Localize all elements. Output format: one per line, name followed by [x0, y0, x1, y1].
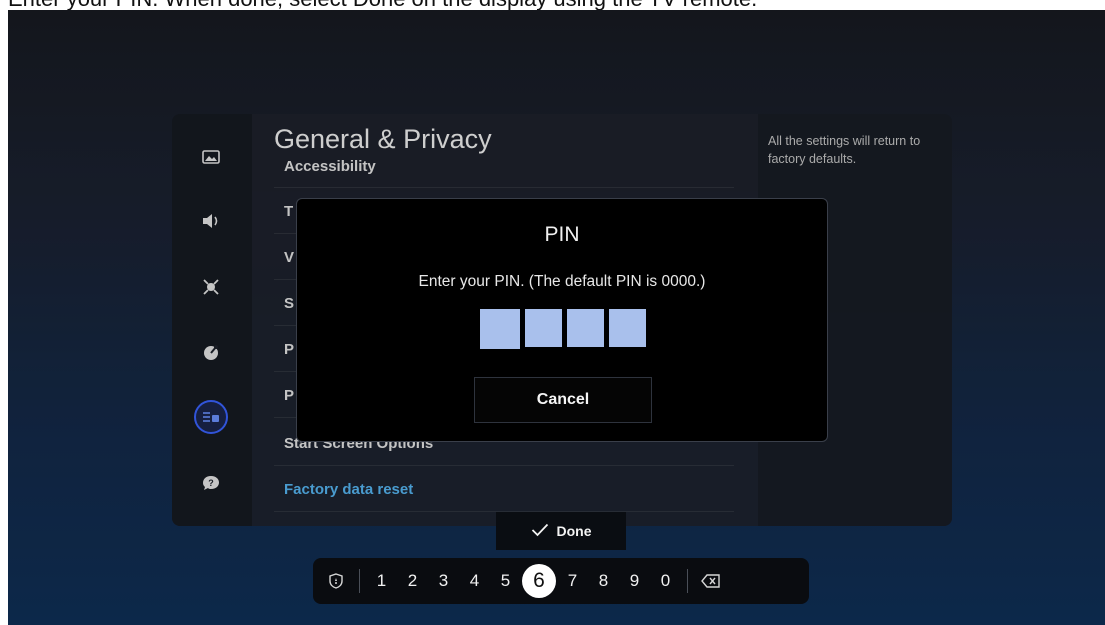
key-1[interactable]: 1 — [366, 565, 397, 597]
check-icon — [531, 523, 549, 540]
key-4[interactable]: 4 — [459, 565, 490, 597]
key-7[interactable]: 7 — [557, 565, 588, 597]
key-2[interactable]: 2 — [397, 565, 428, 597]
pin-input[interactable] — [480, 309, 650, 349]
pin-dialog: PIN Enter your PIN. (The default PIN is … — [296, 198, 828, 442]
pin-digit-box[interactable] — [525, 309, 562, 347]
key-5[interactable]: 5 — [490, 565, 521, 597]
key-9[interactable]: 9 — [619, 565, 650, 597]
cancel-button[interactable]: Cancel — [474, 377, 652, 423]
key-0[interactable]: 0 — [650, 565, 681, 597]
done-button[interactable]: Done — [496, 512, 626, 550]
dialog-message: Enter your PIN. (The default PIN is 0000… — [418, 273, 706, 290]
key-3[interactable]: 3 — [428, 565, 459, 597]
dialog-title: PIN — [544, 223, 580, 246]
pin-digit-box[interactable] — [609, 309, 646, 347]
tv-screen: ? General & Privacy Accessibility T V S … — [8, 10, 1105, 625]
key-6[interactable]: 6 — [522, 564, 556, 598]
done-label: Done — [556, 523, 592, 539]
numeric-keypad: 1 2 3 4 5 6 7 8 9 0 — [313, 558, 809, 604]
pin-digit-box[interactable] — [480, 309, 520, 349]
keypad-digits: 1 2 3 4 5 6 7 8 9 0 — [360, 564, 687, 598]
pin-digit-box[interactable] — [567, 309, 604, 347]
instruction-caption: Enter your PIN. When done, select Done o… — [8, 0, 1105, 10]
backspace-icon[interactable] — [688, 558, 734, 604]
key-8[interactable]: 8 — [588, 565, 619, 597]
shield-icon[interactable] — [313, 558, 359, 604]
